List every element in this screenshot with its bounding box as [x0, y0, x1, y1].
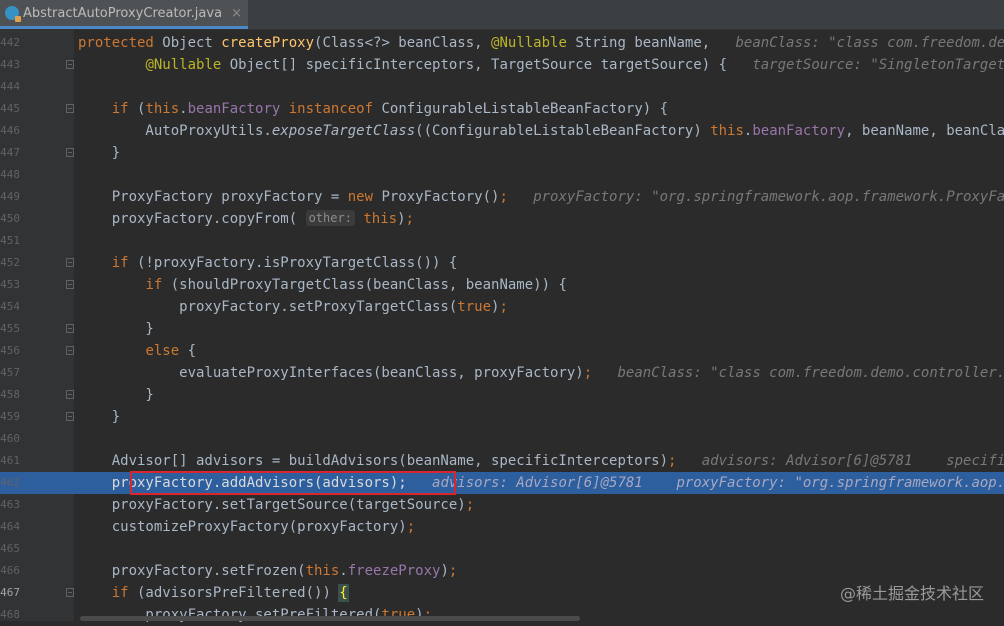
- code-text: }: [78, 387, 154, 403]
- watermark: @稀土掘金技术社区: [839, 584, 984, 603]
- code-line[interactable]: 456 else {: [0, 340, 1004, 362]
- code-text: protected Object createProxy(Class<?> be…: [78, 35, 1004, 51]
- line-number[interactable]: 452: [0, 252, 20, 274]
- editor-tab-bar: AbstractAutoProxyCreator.java ×: [0, 0, 1004, 30]
- line-number[interactable]: 448: [0, 164, 20, 186]
- code-line[interactable]: 465: [0, 538, 1004, 560]
- code-line[interactable]: 443 @Nullable Object[] specificIntercept…: [0, 54, 1004, 76]
- line-number[interactable]: 455: [0, 318, 20, 340]
- code-text: else {: [145, 343, 197, 359]
- code-text: Advisor[] advisors = buildAdvisors(beanN…: [78, 453, 1004, 469]
- code-line[interactable]: 460: [0, 428, 1004, 450]
- line-number[interactable]: 458: [0, 384, 20, 406]
- fold-end-icon[interactable]: [66, 390, 74, 399]
- line-number[interactable]: 453: [0, 274, 20, 296]
- code-text: }: [78, 409, 121, 425]
- code-line[interactable]: 442 protected Object createProxy(Class<?>…: [0, 32, 1004, 54]
- tab-label: AbstractAutoProxyCreator.java: [23, 5, 223, 21]
- line-number[interactable]: 457: [0, 362, 20, 384]
- line-number[interactable]: 468: [0, 604, 20, 626]
- line-number[interactable]: 445: [0, 98, 20, 120]
- line-number[interactable]: 462: [0, 472, 20, 494]
- code-line[interactable]: 453 if (shouldProxyTargetClass(beanClass…: [0, 274, 1004, 296]
- code-line[interactable]: 448: [0, 164, 1004, 186]
- code-line-current[interactable]: 462 proxyFactory.addAdvisors(advisors); …: [0, 472, 1004, 494]
- fold-toggle-icon[interactable]: [66, 60, 74, 69]
- code-line[interactable]: 459 }: [0, 406, 1004, 428]
- code-line[interactable]: 458 }: [0, 384, 1004, 406]
- fold-toggle-icon[interactable]: [66, 258, 74, 267]
- line-number[interactable]: 467: [0, 582, 20, 604]
- line-number[interactable]: 459: [0, 406, 20, 428]
- code-line[interactable]: 455 }: [0, 318, 1004, 340]
- code-line[interactable]: 446 AutoProxyUtils.exposeTargetClass((Co…: [0, 120, 1004, 142]
- fold-end-icon[interactable]: [66, 148, 74, 157]
- line-number[interactable]: 450: [0, 208, 20, 230]
- line-number[interactable]: 465: [0, 538, 20, 560]
- code-text: if (this.beanFactory instanceof Configur…: [111, 101, 669, 117]
- code-text: customizeProxyFactory(proxyFactory);: [78, 519, 416, 535]
- code-line[interactable]: 466 proxyFactory.setFrozen(this.freezePr…: [0, 560, 1004, 582]
- code-text: evaluateProxyInterfaces(beanClass, proxy…: [78, 365, 1004, 381]
- line-number[interactable]: 451: [0, 230, 20, 252]
- line-number[interactable]: 449: [0, 186, 20, 208]
- fold-toggle-icon[interactable]: [66, 280, 74, 289]
- fold-toggle-icon[interactable]: [66, 104, 74, 113]
- line-number[interactable]: 442: [0, 32, 20, 54]
- close-icon[interactable]: ×: [231, 6, 242, 21]
- line-number[interactable]: 443: [0, 54, 20, 76]
- code-line[interactable]: 444: [0, 76, 1004, 98]
- line-number[interactable]: 454: [0, 296, 20, 318]
- code-line[interactable]: 450 proxyFactory.copyFrom( other: this);: [0, 208, 1004, 230]
- code-line[interactable]: 463 proxyFactory.setTargetSource(targetS…: [0, 494, 1004, 516]
- code-text: proxyFactory.setProxyTargetClass(true);: [78, 299, 508, 315]
- code-text: proxyFactory.setFrozen(this.freezeProxy)…: [78, 563, 458, 579]
- code-text: AutoProxyUtils.exposeTargetClass((Config…: [78, 123, 1004, 139]
- code-editor[interactable]: 442 protected Object createProxy(Class<?>…: [0, 32, 1004, 626]
- line-number[interactable]: 461: [0, 450, 20, 472]
- code-line[interactable]: 461 Advisor[] advisors = buildAdvisors(b…: [0, 450, 1004, 472]
- code-line[interactable]: 464 customizeProxyFactory(proxyFactory);: [0, 516, 1004, 538]
- code-text: proxyFactory.setPreFiltered(true);: [78, 607, 433, 623]
- line-number[interactable]: 466: [0, 560, 20, 582]
- horizontal-scrollbar[interactable]: [80, 616, 580, 621]
- code-line[interactable]: 447 }: [0, 142, 1004, 164]
- fold-end-icon[interactable]: [66, 324, 74, 333]
- line-number[interactable]: 464: [0, 516, 20, 538]
- tab-abstract-auto-proxy-creator[interactable]: AbstractAutoProxyCreator.java ×: [0, 0, 248, 29]
- code-text: ProxyFactory proxyFactory = new ProxyFac…: [78, 189, 1004, 205]
- code-text: proxyFactory.copyFrom( other: this);: [78, 210, 414, 227]
- code-line[interactable]: 452 if (!proxyFactory.isProxyTargetClass…: [0, 252, 1004, 274]
- java-class-icon: [5, 6, 21, 22]
- code-text: if (shouldProxyTargetClass(beanClass, be…: [145, 277, 567, 293]
- code-line[interactable]: 468 proxyFactory.setPreFiltered(true);: [0, 604, 1004, 626]
- fold-end-icon[interactable]: [66, 412, 74, 421]
- line-number[interactable]: 460: [0, 428, 20, 450]
- code-text: @Nullable Object[] specificInterceptors,…: [145, 57, 1004, 73]
- code-line[interactable]: 445 if (this.beanFactory instanceof Conf…: [0, 98, 1004, 120]
- line-number[interactable]: 446: [0, 120, 20, 142]
- line-number[interactable]: 447: [0, 142, 20, 164]
- code-text: proxyFactory.setTargetSource(targetSourc…: [78, 497, 475, 513]
- code-text: }: [78, 321, 154, 337]
- line-number[interactable]: 456: [0, 340, 20, 362]
- code-line[interactable]: 454 proxyFactory.setProxyTargetClass(tru…: [0, 296, 1004, 318]
- code-text: proxyFactory.addAdvisors(advisors); advi…: [78, 475, 1004, 491]
- code-line[interactable]: 457 evaluateProxyInterfaces(beanClass, p…: [0, 362, 1004, 384]
- line-number[interactable]: 444: [0, 76, 20, 98]
- code-text: if (!proxyFactory.isProxyTargetClass()) …: [111, 255, 458, 271]
- fold-toggle-icon[interactable]: [66, 346, 74, 355]
- line-number[interactable]: 463: [0, 494, 20, 516]
- code-line[interactable]: 449 ProxyFactory proxyFactory = new Prox…: [0, 186, 1004, 208]
- code-line[interactable]: 451: [0, 230, 1004, 252]
- code-text: }: [78, 145, 121, 161]
- code-text: if (advisorsPreFiltered()) {: [111, 584, 349, 602]
- fold-toggle-icon[interactable]: [66, 588, 74, 597]
